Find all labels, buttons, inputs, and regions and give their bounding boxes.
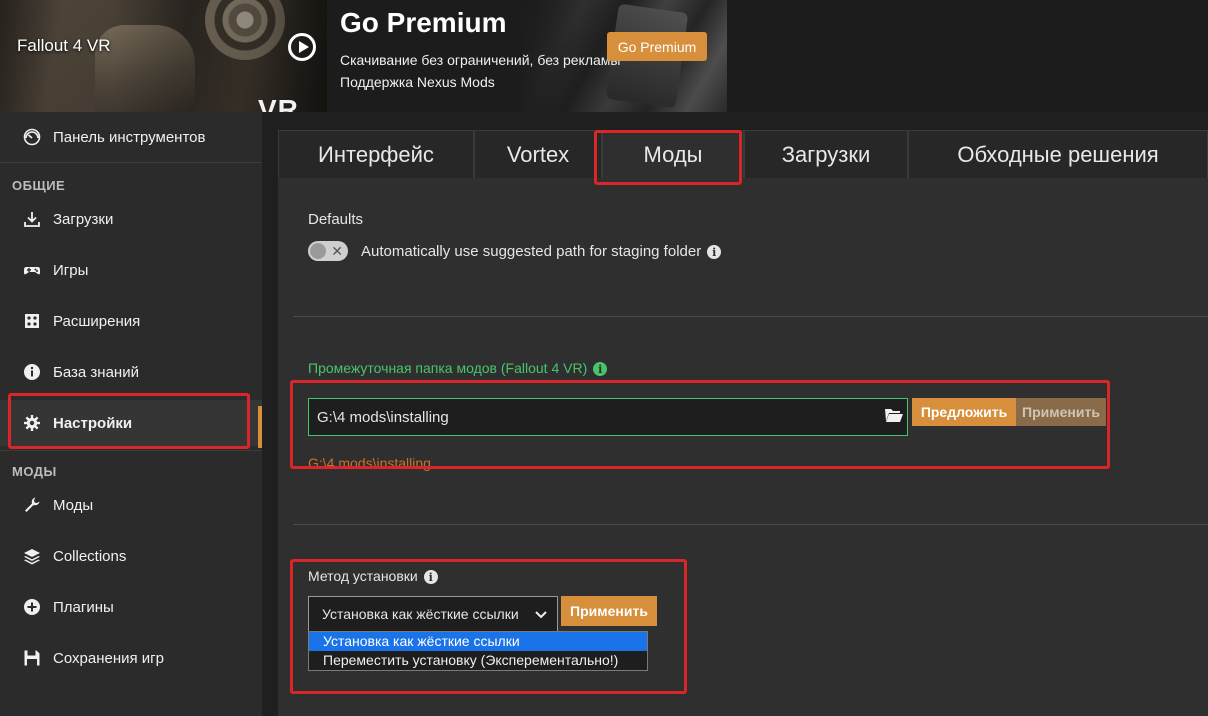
info-icon[interactable]: i [593, 362, 608, 377]
close-icon: ✕ [331, 243, 343, 259]
tab-interface[interactable]: Интерфейс [278, 130, 474, 178]
tab-vortex[interactable]: Vortex [474, 130, 602, 178]
sidebar-label-collections: Collections [53, 547, 127, 565]
staging-path-toggle[interactable]: ✕ [308, 241, 348, 261]
app-window: VR Fallout 4 VR Go Premium Скачивание бе… [0, 0, 1208, 716]
install-method-label: Метод установки i [308, 568, 438, 585]
staging-path-input[interactable] [308, 398, 908, 436]
premium-title: Go Premium [340, 7, 507, 38]
plus-circle-icon [22, 597, 42, 617]
staging-folder-label-text: Промежуточная папка модов (Fallout 4 VR) [308, 360, 588, 376]
tab-downloads[interactable]: Загрузки [744, 130, 908, 178]
sidebar-label-settings: Настройки [53, 414, 133, 432]
game-art[interactable]: VR Fallout 4 VR [0, 0, 327, 112]
option-move[interactable]: Переместить установку (Эксперементально!… [309, 651, 647, 670]
info-icon[interactable]: i [423, 570, 438, 585]
puzzle-icon [22, 311, 42, 331]
game-title: Fallout 4 VR [17, 36, 111, 55]
sidebar-item-mods[interactable]: Моды [0, 482, 262, 528]
sidebar-label-mods: Моды [53, 496, 94, 514]
option-hardlink[interactable]: Установка как жёсткие ссылки [309, 632, 647, 651]
apply-path-button[interactable]: Применить [1016, 398, 1106, 426]
info-icon[interactable]: i [707, 245, 722, 260]
tab-workarounds[interactable]: Обходные решения [908, 130, 1208, 178]
sidebar-item-dashboard[interactable]: Панель инструментов [0, 114, 262, 160]
staging-folder-label: Промежуточная папка модов (Fallout 4 VR)… [308, 360, 608, 377]
go-premium-button[interactable]: Go Premium [607, 32, 707, 61]
suggest-button[interactable]: Предложить [912, 398, 1016, 426]
toggle-label: Automatically use suggested path for sta… [361, 243, 722, 260]
settings-tabs: Интерфейс Vortex Моды Загрузки Обходные … [278, 130, 1208, 178]
sidebar-divider [0, 162, 262, 163]
install-method-select[interactable]: Установка как жёсткие ссылки [308, 596, 558, 632]
toggle-label-text: Automatically use suggested path for sta… [361, 243, 702, 260]
play-icon[interactable] [288, 33, 316, 61]
settings-content: Defaults ✕ Automatically use suggested p… [278, 178, 1208, 716]
gear-icon [22, 413, 42, 433]
sidebar-item-games[interactable]: Игры [0, 247, 262, 293]
sidebar-item-extensions[interactable]: Расширения [0, 298, 262, 344]
download-icon [22, 209, 42, 229]
sidebar-item-plugins[interactable]: Плагины [0, 584, 262, 630]
chevron-down-icon [533, 606, 549, 622]
sidebar-item-downloads[interactable]: Загрузки [0, 196, 262, 242]
sidebar-item-collections[interactable]: Collections [0, 533, 262, 579]
folder-open-icon[interactable] [884, 406, 904, 424]
tab-mods[interactable]: Моды [602, 130, 744, 178]
top-banner: VR Fallout 4 VR Go Premium Скачивание бе… [0, 0, 1208, 112]
section-label-mods: МОДЫ [12, 464, 57, 479]
section-divider [293, 524, 1208, 525]
section-divider [293, 316, 1208, 317]
gamepad-icon [22, 260, 42, 280]
gauge-icon [22, 127, 42, 147]
sidebar-item-knowledge[interactable]: База знаний [0, 349, 262, 395]
sidebar-label-dashboard: Панель инструментов [53, 128, 206, 146]
sidebar-label-knowledge: База знаний [53, 363, 139, 381]
sidebar-item-settings[interactable]: Настройки [0, 400, 262, 448]
apply-method-button[interactable]: Применить [561, 596, 657, 626]
premium-line-1: Скачивание без ограничений, без рекламы [340, 52, 621, 68]
sidebar-label-extensions: Расширения [53, 312, 141, 330]
premium-line-2: Поддержка Nexus Mods [340, 74, 495, 90]
sidebar-label-saves: Сохранения игр [53, 649, 164, 667]
sidebar-item-saves[interactable]: Сохранения игр [0, 635, 262, 681]
sidebar-label-downloads: Загрузки [53, 210, 114, 228]
sidebar-label-plugins: Плагины [53, 598, 114, 616]
sidebar-label-games: Игры [53, 261, 89, 279]
sidebar: Панель инструментов ОБЩИЕ Загрузки Игры … [0, 112, 262, 716]
wrench-icon [22, 495, 42, 515]
game-art-vr-text: VR [258, 94, 299, 113]
install-method-label-text: Метод установки [308, 568, 418, 584]
install-method-value: Установка как жёсткие ссылки [322, 606, 519, 622]
layers-icon [22, 546, 42, 566]
premium-ad: Go Premium Скачивание без ограничений, б… [327, 0, 727, 112]
path-hint: G:\4 mods\installing [308, 455, 431, 471]
info-icon [22, 362, 42, 382]
defaults-label: Defaults [308, 211, 364, 228]
sidebar-divider [0, 450, 262, 451]
section-label-general: ОБЩИЕ [12, 178, 66, 193]
floppy-icon [22, 648, 42, 668]
toggle-knob [310, 243, 326, 259]
install-method-options: Установка как жёсткие ссылки Переместить… [308, 631, 648, 671]
